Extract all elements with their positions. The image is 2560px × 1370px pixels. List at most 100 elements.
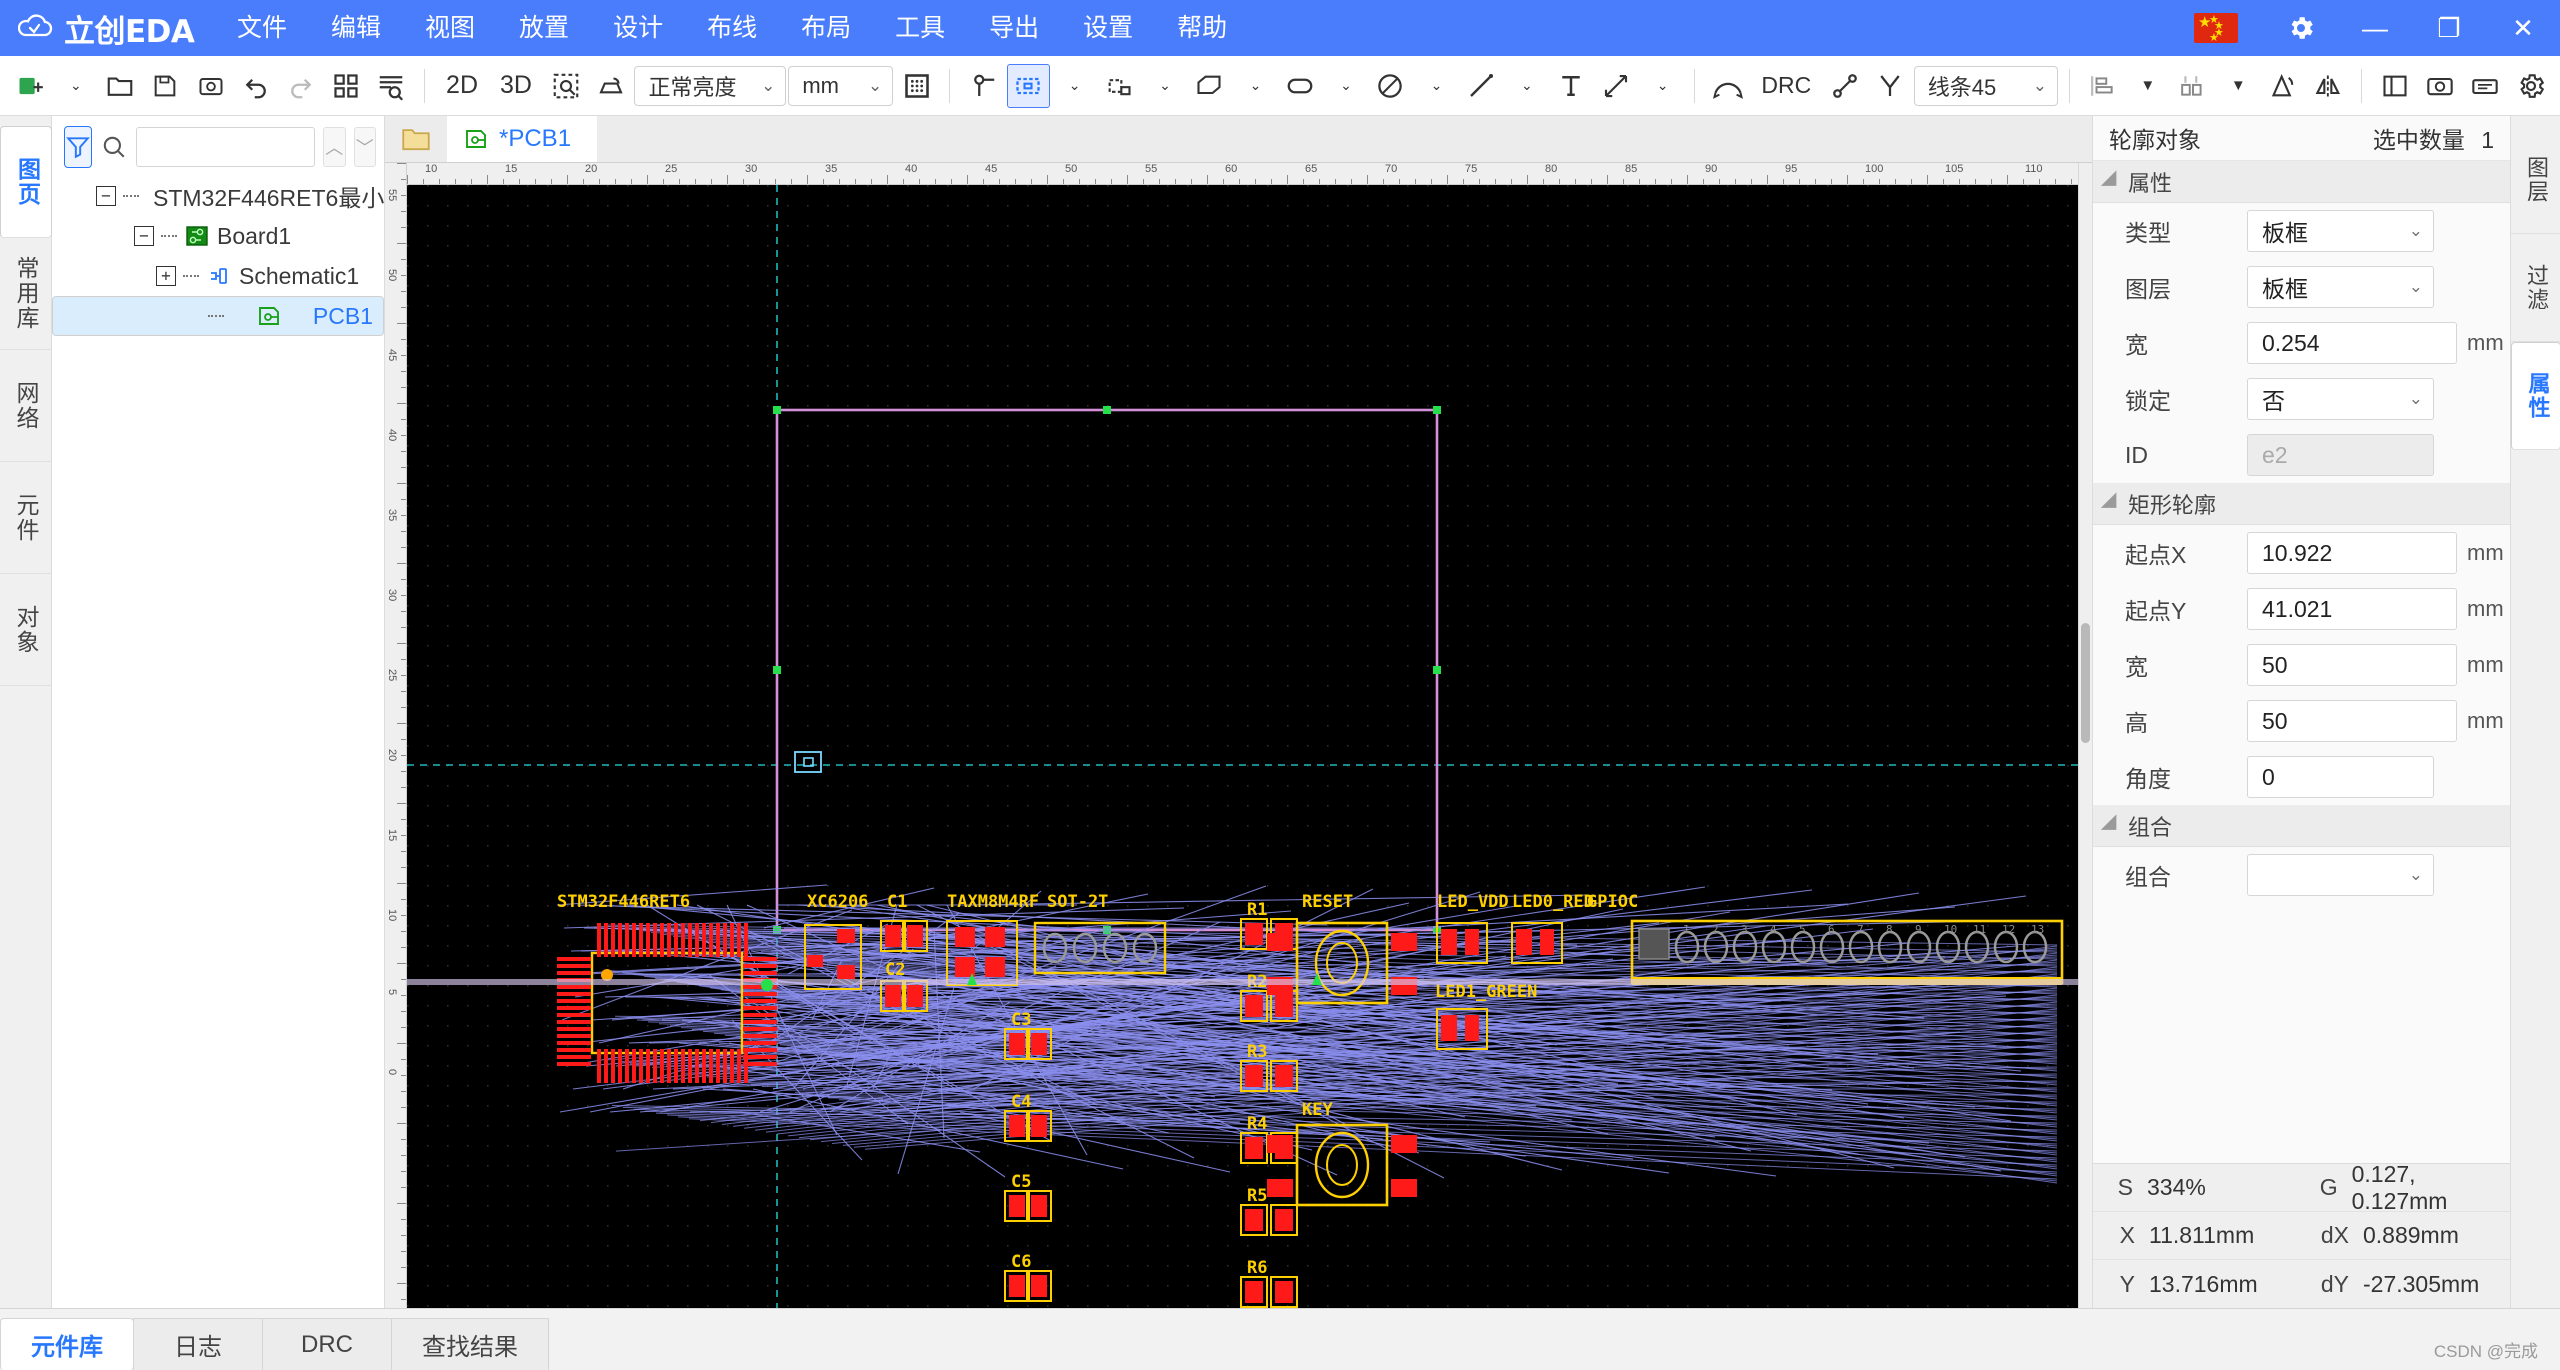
track-tool-icon[interactable]: [1188, 64, 1231, 108]
menu-item-buxian[interactable]: 布线: [685, 0, 779, 56]
left-tab-duixiang[interactable]: 对象: [0, 574, 52, 686]
cn-flag-icon[interactable]: ★ ★ ★ ★ ★: [2194, 13, 2238, 43]
chevron-down-icon[interactable]: ⌄: [1640, 64, 1683, 108]
menu-item-sheji[interactable]: 设计: [591, 0, 685, 56]
search-icon[interactable]: [100, 126, 128, 168]
chevron-down-icon[interactable]: ⌄: [1504, 64, 1547, 108]
type-select[interactable]: 板框 ⌄: [2247, 210, 2434, 252]
menu-item-shezhi[interactable]: 设置: [1061, 0, 1155, 56]
left-tab-yuanjian[interactable]: 元件: [0, 462, 52, 574]
menu-item-buju[interactable]: 布局: [779, 0, 873, 56]
chevron-down-icon[interactable]: ⌄: [53, 64, 96, 108]
document-tab-pcb1[interactable]: *PCB1: [447, 116, 597, 162]
scrollbar-thumb[interactable]: [2081, 623, 2090, 743]
layer-select[interactable]: 板框 ⌄: [2247, 266, 2434, 308]
close-button[interactable]: ✕: [2486, 0, 2560, 56]
new-file-icon[interactable]: [8, 64, 51, 108]
ratline-icon[interactable]: [1868, 64, 1911, 108]
select-area-icon[interactable]: [544, 64, 587, 108]
minimize-button[interactable]: —: [2338, 0, 2412, 56]
undo-icon[interactable]: [234, 64, 277, 108]
angle-input[interactable]: 0: [2247, 756, 2434, 798]
flip-board-icon[interactable]: [2307, 64, 2350, 108]
right-tab-tuceng[interactable]: 图层: [2511, 126, 2560, 234]
distribute-icon[interactable]: [2171, 64, 2214, 108]
tree-node-board1[interactable]: − Board1: [52, 216, 384, 256]
circle-tool-icon[interactable]: [1369, 64, 1412, 108]
rect-width-input[interactable]: 50: [2247, 644, 2457, 686]
group-header-combination[interactable]: 组合: [2093, 805, 2510, 847]
group-header-attributes[interactable]: 属性: [2093, 161, 2510, 203]
text-tool-icon[interactable]: [1550, 64, 1593, 108]
open-folder-icon[interactable]: [98, 64, 141, 108]
start-x-input[interactable]: 10.922: [2247, 532, 2457, 574]
pcb-canvas[interactable]: STM32F446RET6XC6206C1C2TAXM8M4RFSOT-2TR1…: [407, 185, 2078, 1308]
vertical-ruler[interactable]: 5550454035302520151050: [385, 163, 407, 1308]
folder-icon[interactable]: [385, 116, 447, 162]
canvas-vertical-scrollbar[interactable]: [2078, 163, 2092, 1308]
grid-icon[interactable]: [895, 64, 938, 108]
measure-icon[interactable]: [1706, 64, 1749, 108]
menu-item-daochu[interactable]: 导出: [967, 0, 1061, 56]
layers-icon[interactable]: [2464, 64, 2507, 108]
settings-gear-icon[interactable]: [2264, 0, 2338, 56]
dropdown-caret-icon[interactable]: ▼: [2126, 64, 2169, 108]
menu-item-bianji[interactable]: 编辑: [309, 0, 403, 56]
unit-select[interactable]: mm ⌄: [788, 66, 893, 106]
tree-node-project[interactable]: − STM32F446RET6最小系统板: [52, 176, 384, 216]
list-search-icon[interactable]: [370, 64, 413, 108]
bottom-tab-rizhi[interactable]: 日志: [133, 1318, 263, 1370]
pad-tool-icon[interactable]: [1097, 64, 1140, 108]
bottom-tab-chazhaojieguo[interactable]: 查找结果: [391, 1318, 549, 1370]
save-icon[interactable]: [144, 64, 187, 108]
lock-select[interactable]: 否 ⌄: [2247, 378, 2434, 420]
brightness-select[interactable]: 正常亮度 ⌄: [634, 66, 786, 106]
right-tab-shuxing[interactable]: 属性: [2511, 342, 2560, 450]
view-3d-button[interactable]: 3D: [490, 64, 542, 108]
line-style-select[interactable]: 线条45 ⌄: [1914, 66, 2058, 106]
menu-item-bangzhu[interactable]: 帮助: [1155, 0, 1249, 56]
expander-icon[interactable]: −: [134, 226, 154, 246]
dropdown-caret-icon[interactable]: ▼: [2217, 64, 2260, 108]
bottom-tab-yuanjianku[interactable]: 元件库: [0, 1318, 134, 1370]
view-2d-button[interactable]: 2D: [436, 64, 488, 108]
menu-item-shitu[interactable]: 视图: [403, 0, 497, 56]
align-left-icon[interactable]: [2081, 64, 2124, 108]
menu-item-gongju[interactable]: 工具: [873, 0, 967, 56]
mirror-icon[interactable]: [2262, 64, 2305, 108]
bottom-tab-drc[interactable]: DRC: [262, 1318, 392, 1370]
filter-icon[interactable]: [64, 126, 92, 168]
chevron-down-icon[interactable]: ⌄: [1233, 64, 1276, 108]
chevron-down-icon[interactable]: ﹀: [354, 127, 377, 167]
chevron-down-icon[interactable]: ⌄: [1052, 64, 1095, 108]
tree-node-pcb1[interactable]: PCB1: [52, 296, 384, 336]
start-y-input[interactable]: 41.021: [2247, 588, 2457, 630]
left-tab-tuye[interactable]: 图页: [0, 126, 52, 238]
settings-gear-icon[interactable]: [2509, 64, 2552, 108]
left-tab-wangluo[interactable]: 网络: [0, 350, 52, 462]
expander-icon[interactable]: −: [96, 186, 116, 206]
menu-item-wenjian[interactable]: 文件: [215, 0, 309, 56]
panel-left-icon[interactable]: [2373, 64, 2416, 108]
horizontal-ruler[interactable]: 1015202530354045505560657075808590951001…: [407, 163, 2078, 185]
via-tool-icon[interactable]: [961, 64, 1004, 108]
dimension-tool-icon[interactable]: [1595, 64, 1638, 108]
photo-icon[interactable]: [189, 64, 232, 108]
group-header-rect-outline[interactable]: 矩形轮廓: [2093, 483, 2510, 525]
rounded-rect-tool-icon[interactable]: [1278, 64, 1321, 108]
flip-icon[interactable]: [589, 64, 632, 108]
chevron-down-icon[interactable]: ⌄: [1414, 64, 1457, 108]
line-tool-icon[interactable]: [1459, 64, 1502, 108]
chevron-down-icon[interactable]: ⌄: [1142, 64, 1185, 108]
camera-icon[interactable]: [2419, 64, 2462, 108]
rect-height-input[interactable]: 50: [2247, 700, 2457, 742]
expander-icon[interactable]: +: [156, 266, 176, 286]
drc-button[interactable]: DRC: [1751, 64, 1821, 108]
tree-node-schematic1[interactable]: + Schematic1: [52, 256, 384, 296]
menu-item-fangzhi[interactable]: 放置: [497, 0, 591, 56]
right-tab-guolv[interactable]: 过滤: [2511, 234, 2560, 342]
grid-modules-icon[interactable]: [325, 64, 368, 108]
net-tool-icon[interactable]: [1823, 64, 1866, 108]
chevron-down-icon[interactable]: ⌄: [1323, 64, 1366, 108]
search-input[interactable]: [136, 127, 315, 167]
